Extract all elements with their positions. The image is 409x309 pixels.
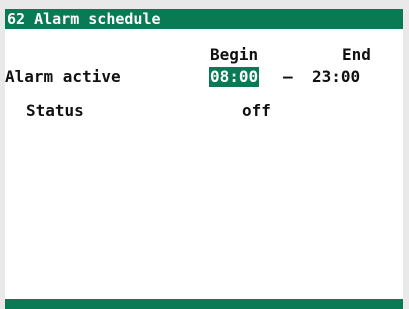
column-header-end: End [342,45,371,64]
alarm-begin-time-field[interactable]: 08:00 [209,67,260,87]
column-header-begin: Begin [210,45,259,64]
alarm-active-label: Alarm active [5,67,121,86]
bottom-bar [5,299,403,309]
status-value[interactable]: off [242,101,271,121]
page-title: 62 Alarm schedule [5,9,403,29]
status-label: Status [26,101,84,120]
alarm-end-time-field[interactable]: 23:00 [312,67,360,87]
display-screen: 62 Alarm schedule Begin End Alarm active… [5,9,403,309]
time-range-separator: – [283,67,293,86]
